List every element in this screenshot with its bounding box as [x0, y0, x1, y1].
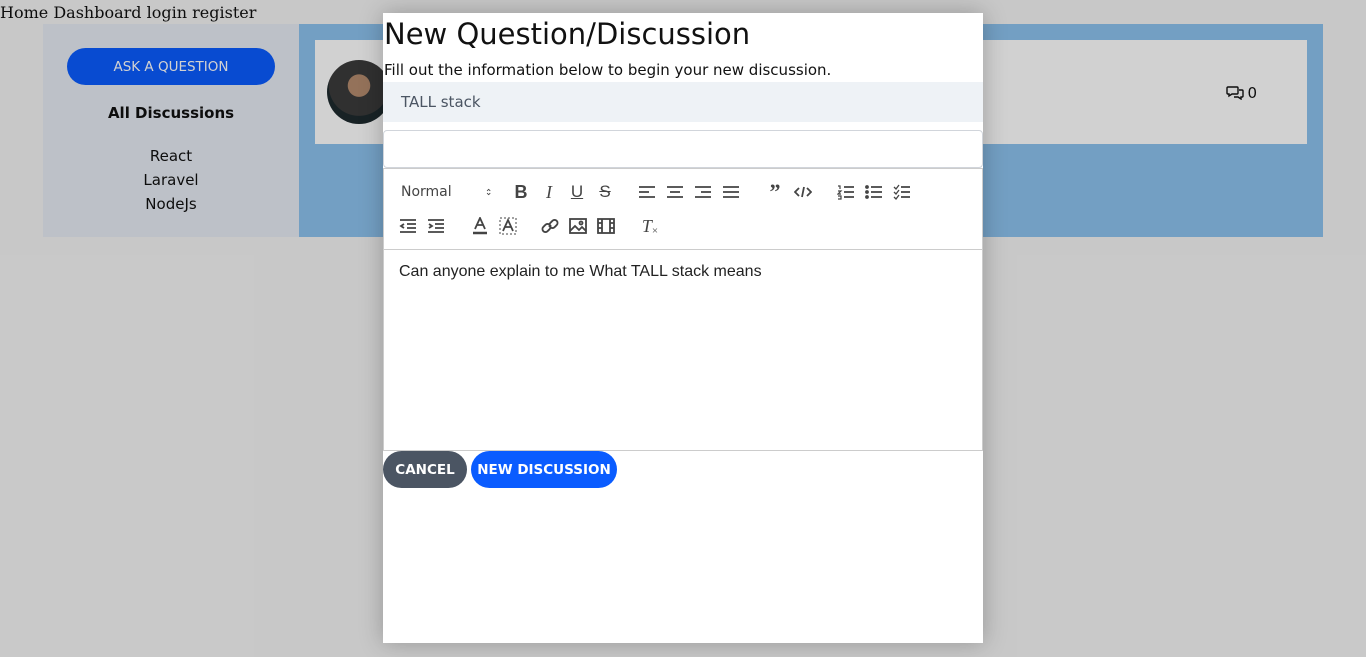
- new-discussion-button[interactable]: NEW DISCUSSION: [471, 451, 617, 488]
- background-color-icon[interactable]: [497, 213, 519, 239]
- bullet-list-icon[interactable]: [863, 179, 885, 205]
- strike-icon[interactable]: S: [594, 179, 616, 205]
- rich-text-editor[interactable]: Can anyone explain to me What TALL stack…: [383, 249, 983, 451]
- bold-icon[interactable]: B: [510, 179, 532, 205]
- header-format-picker[interactable]: Normal: [401, 179, 491, 205]
- blockquote-icon[interactable]: ”: [764, 179, 786, 205]
- header-format-label: Normal: [401, 184, 452, 200]
- chevron-updown-icon: [486, 188, 491, 196]
- discussion-title-input[interactable]: [383, 130, 983, 168]
- image-icon[interactable]: [567, 213, 589, 239]
- cancel-button[interactable]: CANCEL: [383, 451, 467, 488]
- italic-icon[interactable]: I: [538, 179, 560, 205]
- underline-icon[interactable]: U: [566, 179, 588, 205]
- modal-title: New Question/Discussion: [384, 17, 751, 51]
- link-icon[interactable]: [539, 213, 561, 239]
- clear-format-icon[interactable]: T ×: [639, 213, 661, 239]
- category-select[interactable]: TALL stack: [383, 82, 983, 122]
- ordered-list-icon[interactable]: [835, 179, 857, 205]
- align-justify-icon[interactable]: [720, 179, 742, 205]
- new-discussion-modal: New Question/Discussion Fill out the inf…: [383, 13, 983, 643]
- align-center-icon[interactable]: [664, 179, 686, 205]
- code-block-icon[interactable]: [792, 179, 814, 205]
- editor-content: Can anyone explain to me What TALL stack…: [399, 263, 762, 280]
- video-icon[interactable]: [595, 213, 617, 239]
- editor-toolbar: Normal B I U S ” T ×: [383, 168, 983, 250]
- check-list-icon[interactable]: [891, 179, 913, 205]
- modal-subtitle: Fill out the information below to begin …: [384, 61, 832, 79]
- outdent-icon[interactable]: [397, 213, 419, 239]
- text-color-icon[interactable]: [469, 213, 491, 239]
- align-right-icon[interactable]: [692, 179, 714, 205]
- indent-icon[interactable]: [425, 213, 447, 239]
- align-left-icon[interactable]: [636, 179, 658, 205]
